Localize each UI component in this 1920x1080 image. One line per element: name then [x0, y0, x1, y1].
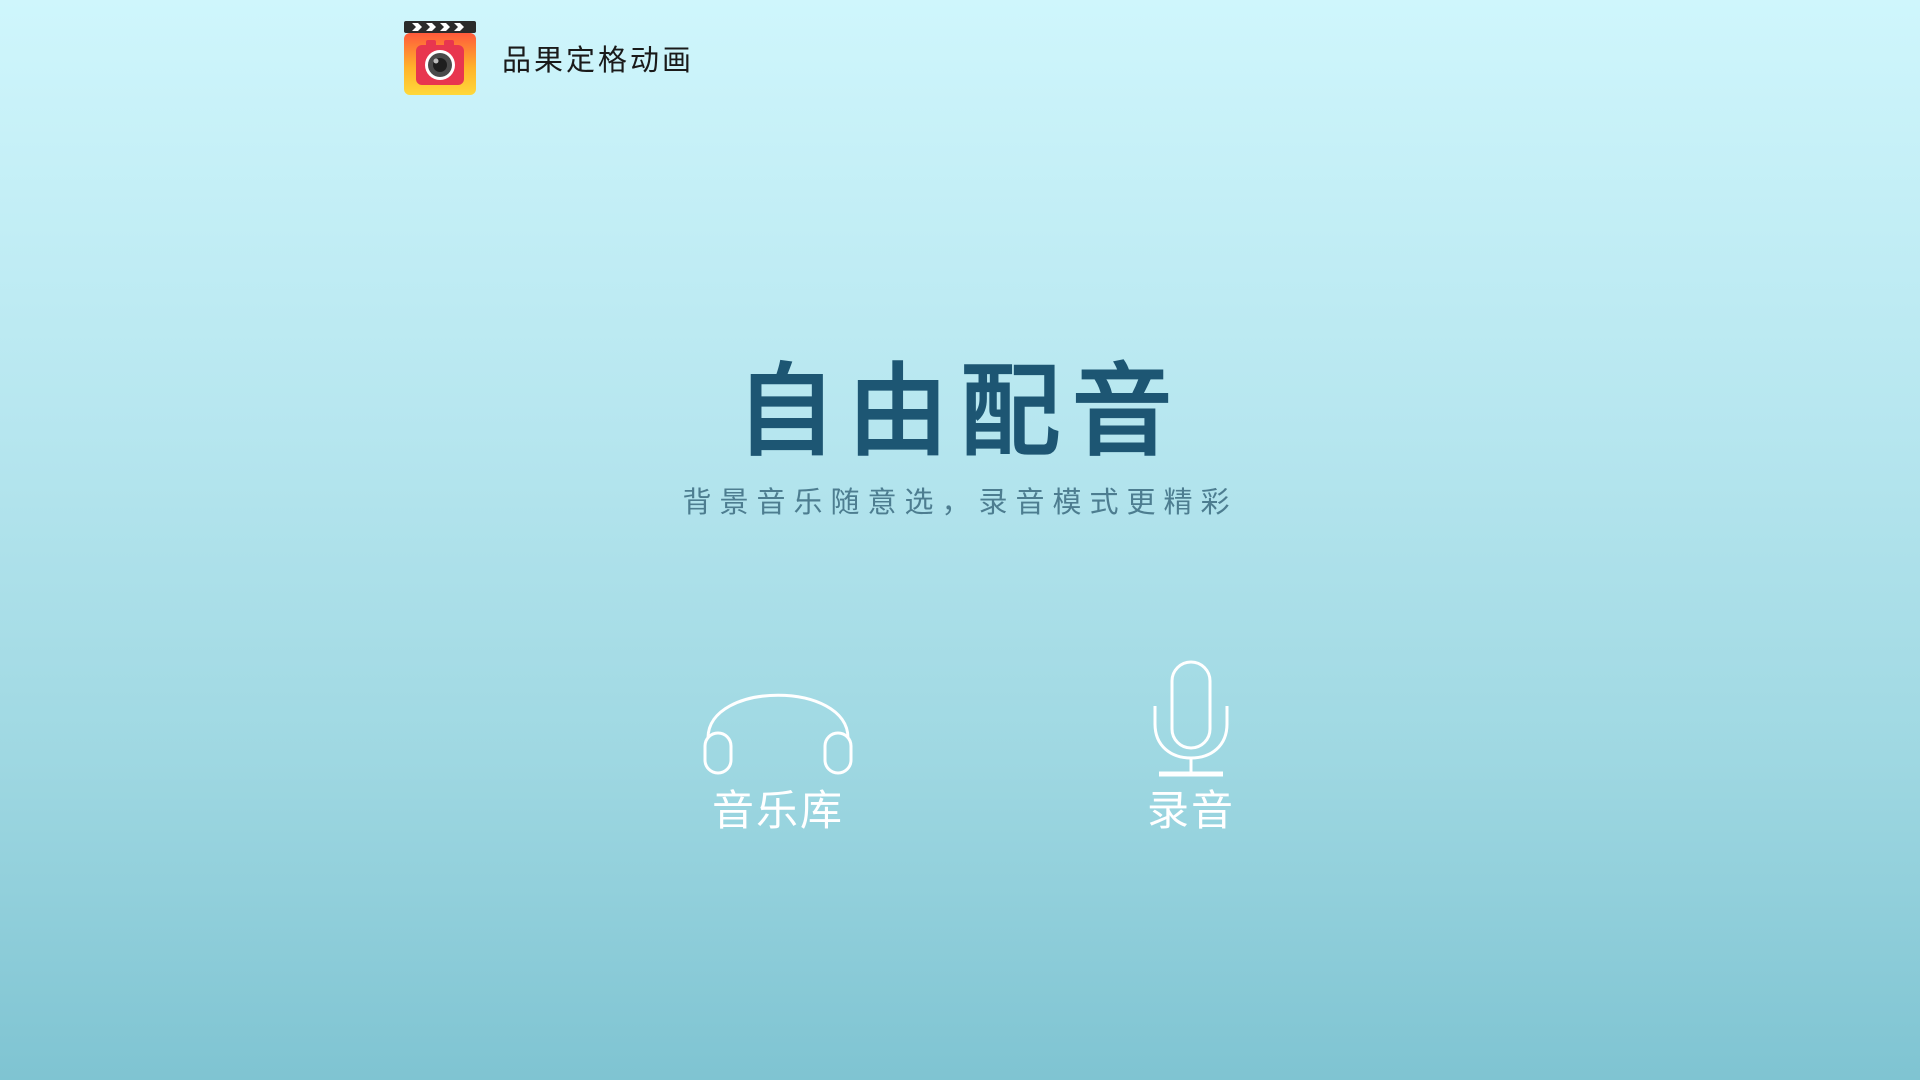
music-library-button[interactable]: 音乐库: [668, 656, 888, 838]
app-header: 品果定格动画: [404, 20, 694, 96]
record-label: 录音: [1146, 786, 1235, 835]
hero-subtitle: 背景音乐随意选，录音模式更精彩: [682, 485, 1238, 519]
record-button[interactable]: 录音: [1081, 656, 1301, 838]
microphone-icon: [1153, 660, 1229, 777]
hero-title: 自由配音: [736, 353, 1184, 470]
headphones-icon: [703, 693, 853, 775]
app-title: 品果定格动画: [502, 43, 695, 77]
clapperboard-camera-icon[interactable]: [404, 21, 476, 95]
music-library-label: 音乐库: [711, 786, 844, 835]
